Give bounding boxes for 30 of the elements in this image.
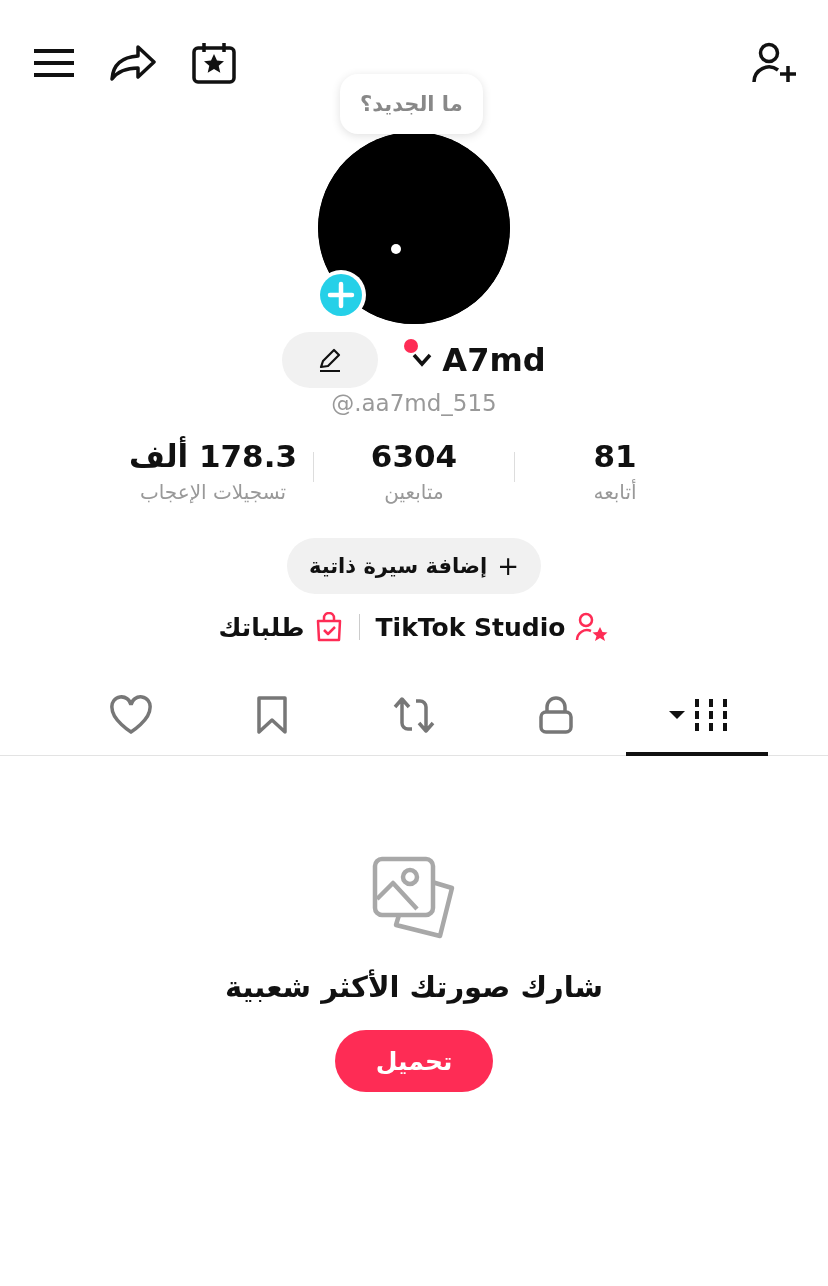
chevron-down-icon[interactable] <box>412 353 433 367</box>
username: @.aa7md_515 <box>330 390 498 416</box>
whats-new-bubble[interactable]: ما الجديد؟ <box>340 74 483 134</box>
person-star-icon <box>575 612 610 642</box>
heart-icon <box>108 695 153 735</box>
menu-icon[interactable] <box>34 48 74 78</box>
upload-button[interactable]: تحميل <box>335 1030 493 1092</box>
add-friend-icon[interactable] <box>752 42 798 84</box>
stat-label: أتابعه <box>593 480 637 504</box>
stat-value: 178.3 ألف <box>129 438 298 474</box>
bookmark-icon <box>256 695 289 735</box>
share-arrow-icon[interactable] <box>110 45 156 81</box>
profile-link[interactable]: TikTok Studio <box>375 612 610 642</box>
stat-value: 6304 <box>370 438 458 474</box>
calendar-star-icon[interactable] <box>192 42 236 84</box>
repost-icon <box>392 695 436 735</box>
avatar[interactable] <box>318 132 510 324</box>
stat-value: 81 <box>593 438 637 474</box>
lock-icon <box>537 695 574 735</box>
photos-icon <box>372 856 456 940</box>
profile-name: A7md <box>442 341 546 379</box>
profile-link[interactable]: طلباتك <box>218 612 343 642</box>
stat-label: متابعين <box>384 480 444 504</box>
grid-menu-icon <box>667 697 728 733</box>
add-bio-button[interactable]: + إضافة سيرة ذاتية <box>286 538 542 594</box>
empty-message: شارك صورتك الأكثر شعبية <box>224 970 604 1004</box>
edit-button[interactable] <box>282 332 379 388</box>
stat-label: تسجيلات الإعجاب <box>139 480 287 504</box>
bubble-dot <box>391 244 401 254</box>
shopping-bag-icon <box>314 612 343 642</box>
